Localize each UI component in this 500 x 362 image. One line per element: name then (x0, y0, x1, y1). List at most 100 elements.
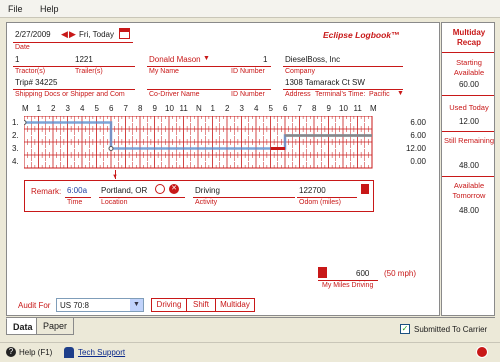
tab-divider (6, 317, 495, 318)
hour-label: 11 (353, 104, 362, 113)
hour-label: M (22, 104, 29, 113)
duty-grid[interactable]: 1. 2. 3. 4. 6.00 6.00 12.00 0.00 (12, 116, 432, 170)
company-value[interactable]: DieselBoss, Inc (285, 55, 340, 64)
hour-label: 3 (239, 104, 244, 113)
id-value[interactable]: 1 (263, 55, 267, 64)
used-today-value: 12.00 (458, 117, 480, 126)
audit-label: Audit For (18, 301, 51, 310)
app-status-icon (476, 346, 488, 358)
duty-row-label: 3. (12, 144, 19, 153)
cancel-location-icon[interactable]: ✕ (169, 184, 179, 194)
help-link[interactable]: Help (F1) (19, 348, 52, 357)
hour-label: M (370, 104, 377, 113)
audit-shift-button[interactable]: Shift (186, 298, 216, 312)
remark-location-label: Location (101, 199, 128, 206)
date-value[interactable]: 2/27/2009 (15, 30, 51, 39)
duty-row-label: 1. (12, 118, 19, 127)
audit-multiday-button[interactable]: Multiday (215, 298, 255, 312)
hour-label: 1 (210, 104, 215, 113)
menu-help[interactable]: Help (40, 4, 59, 14)
hour-label: 2 (225, 104, 230, 113)
tech-support-link[interactable]: Tech Support (78, 348, 125, 357)
address-label: Address (285, 91, 311, 98)
still-remaining-label: Still Remaining (443, 136, 495, 145)
duty-totals: 6.00 6.00 12.00 0.00 (378, 116, 426, 168)
hour-label: 6 (283, 104, 288, 113)
hour-label: 4 (80, 104, 85, 113)
hour-label: 6 (109, 104, 114, 113)
day-value: Fri, Today (79, 30, 114, 39)
starting-value: 60.00 (458, 80, 480, 89)
hour-label: 7 (123, 104, 128, 113)
hour-label: 5 (94, 104, 99, 113)
terminal-dropdown-icon[interactable]: ▼ (397, 90, 404, 97)
still-remaining-value: 48.00 (458, 161, 480, 170)
hour-label: N (196, 104, 202, 113)
help-icon[interactable]: ? (6, 347, 16, 357)
duty-total: 12.00 (405, 144, 426, 153)
menu-bar: File Help (0, 0, 500, 18)
name-value[interactable]: Donald Mason (149, 55, 201, 64)
menu-file[interactable]: File (8, 4, 23, 14)
duty-row-label: 4. (12, 157, 19, 166)
app-title: Eclipse Logbook™ (323, 30, 400, 40)
duty-point (108, 146, 114, 151)
next-day-arrow-icon[interactable]: ▶ (69, 29, 76, 40)
trailer-value[interactable]: 1221 (75, 55, 93, 64)
tab-data[interactable]: Data (6, 318, 40, 335)
delete-remark-icon[interactable] (361, 184, 369, 194)
recap-title: Multiday Recap (452, 28, 486, 47)
submitted-label: Submitted To Carrier (414, 325, 488, 334)
submitted-checkbox[interactable]: ✓ (400, 324, 410, 334)
terminal-time-value[interactable]: Pacific (369, 91, 390, 98)
address-value[interactable]: 1308 Tamarack Ct SW (285, 78, 365, 87)
codriver-label: Co-Driver Name (149, 91, 200, 98)
tractor-value[interactable]: 1 (15, 55, 19, 64)
calendar-icon[interactable] (119, 28, 130, 39)
remark-location[interactable]: Portland, OR (101, 186, 147, 195)
hour-label: 10 (165, 104, 174, 113)
duty-row-labels: 1. 2. 3. 4. (12, 116, 19, 168)
codriver-id-label: ID Number (231, 91, 265, 98)
chevron-down-icon[interactable]: ▼ (130, 299, 143, 311)
prev-day-arrow-icon[interactable]: ◀ (61, 29, 68, 40)
hour-label: 8 (312, 104, 317, 113)
company-label: Company (285, 68, 315, 75)
refresh-icon[interactable] (155, 184, 165, 194)
duty-total: 0.00 (410, 157, 426, 166)
audit-selected: US 70:8 (60, 301, 89, 310)
hour-label: 7 (297, 104, 302, 113)
recap-panel: Multiday Recap Starting Available 60.00 … (441, 22, 495, 316)
name-dropdown-icon[interactable]: ▼ (203, 55, 210, 62)
duty-row-label: 2. (12, 131, 19, 140)
id-label: ID Number (231, 68, 265, 75)
remark-box[interactable]: Remark: 6:00a Portland, OR ✕ Driving 122… (24, 180, 374, 212)
duty-point (24, 120, 27, 125)
hour-labels: M 1 2 3 4 5 6 7 8 9 10 11 N 1 2 3 4 5 6 7 8 9 10 11 M (22, 104, 384, 114)
support-person-icon (64, 347, 74, 358)
audit-driving-button[interactable]: Driving (151, 298, 187, 312)
trip-value[interactable]: Trip# 34225 (15, 78, 57, 87)
hour-label: 11 (179, 104, 188, 113)
hour-label: 5 (268, 104, 273, 113)
trailer-label: Trailer(s) (75, 68, 103, 75)
used-today-label: Used Today (449, 103, 489, 112)
calculator-icon[interactable] (318, 267, 327, 278)
hour-label: 4 (254, 104, 259, 113)
miles-label: My Miles Driving (322, 282, 374, 289)
miles-value[interactable]: 600 (356, 269, 369, 278)
available-tomorrow-value: 48.00 (458, 206, 480, 215)
hour-label: 3 (65, 104, 70, 113)
tractor-label: Tractor(s) (15, 68, 46, 75)
starting-label: Starting Available (453, 58, 485, 77)
remark-time-label: Time (67, 199, 83, 206)
miles-speed: (50 mph) (384, 269, 417, 278)
duty-graph[interactable] (24, 116, 374, 170)
remark-activity-label: Activity (195, 199, 218, 206)
remark-time[interactable]: 6:00a (67, 186, 87, 195)
remark-odom[interactable]: 122700 (299, 186, 326, 195)
remark-activity[interactable]: Driving (195, 186, 220, 195)
status-bar: ? Help (F1) Tech Support (0, 342, 500, 362)
tab-paper[interactable]: Paper (36, 318, 75, 335)
audit-select[interactable]: US 70:8 ▼ (56, 298, 144, 312)
